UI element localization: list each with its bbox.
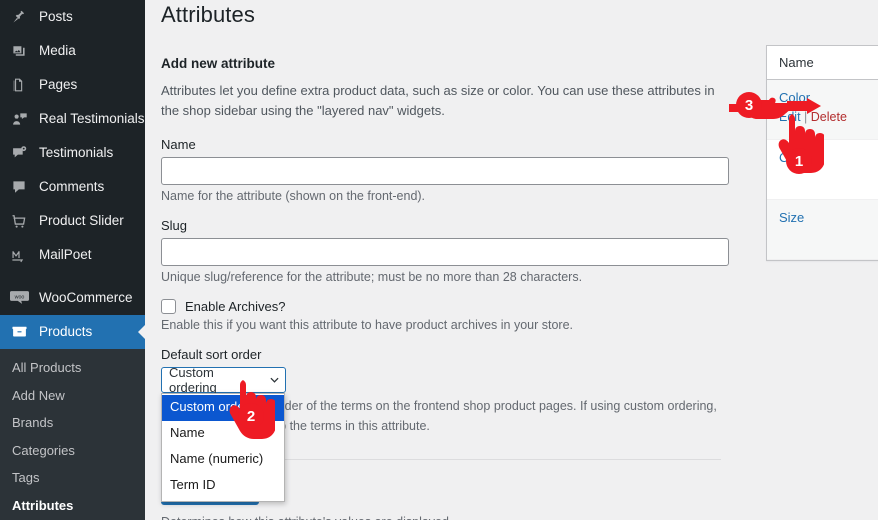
sidebar-item-posts[interactable]: Posts [0, 0, 145, 34]
pin-icon [8, 7, 30, 27]
option-name-numeric[interactable]: Name (numeric) [162, 447, 284, 473]
main-content: Attributes Add new attribute Attributes … [145, 0, 878, 520]
submenu-item-add-new[interactable]: Add New [0, 382, 145, 410]
sidebar-item-comments[interactable]: Comments [0, 170, 145, 204]
cart-icon [8, 211, 30, 231]
svg-text:woo: woo [13, 294, 24, 300]
sidebar-item-label: Comments [39, 179, 105, 195]
add-attribute-form: Add new attribute Attributes let you def… [161, 56, 747, 520]
media-icon [8, 41, 30, 61]
attribute-slug-input[interactable] [161, 238, 729, 267]
submenu-item-attributes[interactable]: Attributes [0, 492, 145, 520]
mailpoet-m-icon [8, 245, 30, 265]
section-heading: Add new attribute [161, 56, 275, 71]
wordpress-admin-screen: Posts Media Pages Real Testimonials Test [0, 0, 878, 520]
option-term-id[interactable]: Term ID [162, 473, 284, 499]
sidebar-item-label: MailPoet [39, 247, 92, 263]
sidebar-item-pages[interactable]: Pages [0, 68, 145, 102]
woocommerce-icon: woo [8, 288, 30, 308]
submenu-item-tags[interactable]: Tags [0, 464, 145, 492]
sidebar-item-product-slider[interactable]: Product Slider [0, 204, 145, 238]
slug-field-label: Slug [161, 218, 188, 234]
enable-archives-label: Enable Archives? [185, 299, 286, 315]
annotation-badge-3: 3 [736, 92, 762, 118]
section-description: Attributes let you define extra product … [161, 83, 715, 119]
sidebar-item-label: Testimonials [39, 145, 114, 161]
annotation-badge-2: 2 [238, 403, 264, 429]
sidebar-item-label: WooCommerce [39, 290, 133, 306]
sidebar-item-woocommerce[interactable]: woo WooCommerce [0, 281, 145, 315]
pages-icon [8, 75, 30, 95]
sidebar-item-label: Posts [39, 9, 73, 25]
sidebar-item-label: Real Testimonials [39, 111, 145, 127]
sidebar-item-label: Product Slider [39, 213, 124, 229]
bottom-help-text: Determines how this attribute's values a… [161, 515, 452, 520]
enable-archives-row[interactable]: Enable Archives? [161, 299, 747, 315]
sidebar-item-mailpoet[interactable]: MailPoet [0, 238, 145, 272]
sidebar-item-label: Products [39, 324, 93, 340]
sidebar-item-products[interactable]: Products [0, 315, 145, 349]
sidebar-item-label: Pages [39, 77, 78, 93]
comment-icon [8, 177, 30, 197]
page-title: Attributes [161, 2, 255, 27]
admin-sidebar: Posts Media Pages Real Testimonials Test [0, 0, 145, 520]
slug-field-help: Unique slug/reference for the attribute;… [161, 270, 583, 285]
name-field-label: Name [161, 137, 196, 153]
sidebar-item-testimonials[interactable]: Testimonials [0, 136, 145, 170]
size-attribute-link[interactable]: Size [779, 210, 804, 225]
enable-archives-checkbox[interactable] [161, 299, 176, 315]
products-submenu: All Products Add New Brands Categories T… [0, 349, 145, 520]
submenu-item-all-products[interactable]: All Products [0, 354, 145, 382]
products-box-icon [8, 322, 30, 342]
name-field-help: Name for the attribute (shown on the fro… [161, 189, 426, 204]
annotation-badge-1: 1 [786, 148, 812, 174]
submenu-item-brands[interactable]: Brands [0, 409, 145, 437]
user-comment-icon [8, 109, 30, 129]
table-row: Size [767, 200, 878, 260]
submenu-item-categories[interactable]: Categories [0, 437, 145, 465]
testimonial-icon [8, 143, 30, 163]
sidebar-item-real-testimonials[interactable]: Real Testimonials [0, 102, 145, 136]
sidebar-separator [0, 272, 145, 281]
sort-order-label: Default sort order [161, 347, 262, 363]
sidebar-item-media[interactable]: Media [0, 34, 145, 68]
enable-archives-help: Enable this if you want this attribute t… [161, 318, 574, 333]
attributes-table-header-name[interactable]: Name [767, 46, 878, 80]
attribute-name-input[interactable] [161, 157, 729, 186]
sidebar-item-label: Media [39, 43, 76, 59]
